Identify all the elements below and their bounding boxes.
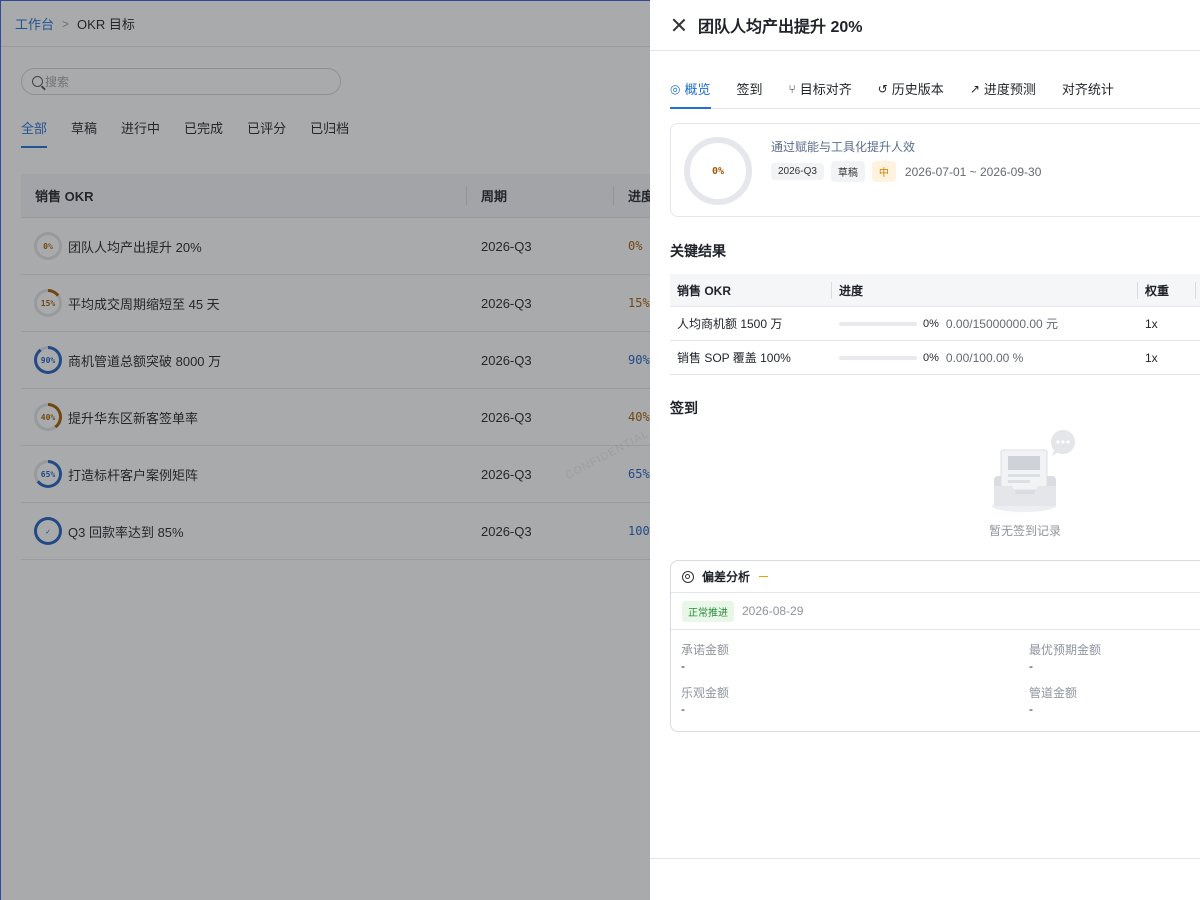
checkin-title: 签到 [670,400,698,416]
drawer-title: 团队人均产出提升 20% [698,19,863,36]
modal-mask[interactable] [0,0,650,900]
field-value: - [681,659,685,673]
tab-history[interactable]: ↺ 历史版本 [878,81,944,109]
deviation-analysis-card: 偏差分析 正常推进 2026-08-29 承诺金额 - 最优预期金额 - 乐观金… [670,560,1200,732]
kr-name: 销售 SOP 覆盖 100% [677,351,791,365]
tab-label: 目标对齐 [799,82,852,97]
drawer-footer [650,858,1200,859]
kr-percent: 0% [923,351,939,364]
okr-description: 通过赋能与工具化提升人效 [771,140,916,154]
tab-alignment-stats[interactable]: 对齐统计 [1062,81,1114,109]
progress-bar [839,321,917,326]
column-header-name[interactable]: 销售 OKR [670,281,832,299]
history-icon: ↺ [877,82,888,96]
tab-label: 对齐统计 [1061,82,1114,97]
progress-bar [839,355,917,360]
empty-inbox-icon [992,430,1075,512]
field-label: 承诺金额 [681,643,730,657]
kr-value: 0.00/100.00 % [945,350,1024,365]
deviation-title: 偏差分析 [702,570,751,584]
okr-detail-drawer: 团队人均产出提升 20% ◎ 概览 签到 ⑂ 目标对齐 ↺ 历史版本 ↗ 进度预… [650,0,1200,900]
deviation-header: 偏差分析 [671,561,1200,593]
deviation-status-row: 正常推进 2026-08-29 [671,593,1200,630]
tab-label: 历史版本 [891,82,944,97]
tab-checkin[interactable]: 签到 [737,81,763,109]
key-results-title: 关键结果 [670,243,726,259]
date-range: 2026-07-01 ~ 2026-09-30 [904,164,1042,179]
branch-icon: ⑂ [788,82,796,96]
table-header: 销售 OKR 进度 权重 [670,274,1200,307]
kr-value: 0.00/15000000.00 元 [945,317,1059,331]
field-value: - [1029,702,1033,716]
status-tag: 草稿 [830,161,865,182]
kr-percent: 0% [923,317,939,330]
field-label: 最优预期金额 [1029,643,1102,657]
status-date: 2026-08-29 [742,604,804,618]
kr-weight: 1x [1145,350,1158,365]
target-icon [682,570,694,583]
okr-summary-card: 0% 通过赋能与工具化提升人效 2026-Q3 草稿 中 2026-07-01 … [670,123,1200,217]
tab-label: 概览 [684,82,711,97]
field-value: - [1029,659,1033,673]
empty-checkin-text: 暂无签到记录 [988,524,1061,538]
target-icon: ◎ [670,82,681,96]
table-row[interactable]: 销售 SOP 覆盖 100% 0% 0.00/100.00 % 1x [670,341,1200,375]
tab-label: 签到 [736,82,763,97]
tab-forecast[interactable]: ↗ 进度预测 [970,81,1036,109]
kr-name: 人均商机额 1500 万 [677,317,783,331]
collapse-dash-icon[interactable] [759,575,769,578]
period-tag: 2026-Q3 [771,163,824,180]
drawer-tabs: ◎ 概览 签到 ⑂ 目标对齐 ↺ 历史版本 ↗ 进度预测 对齐统计 [670,81,1200,109]
table-row[interactable]: 人均商机额 1500 万 0% 0.00/15000000.00 元 1x [670,307,1200,341]
kr-weight: 1x [1145,316,1158,331]
close-icon[interactable] [672,18,686,32]
field-value: - [681,702,685,716]
progress-ring: 0% [684,137,752,205]
kr-progress: 0% 0.00/100.00 % [832,351,1138,365]
okr-tags: 2026-Q3 草稿 中 2026-07-01 ~ 2026-09-30 [771,161,1041,182]
status-badge: 正常推进 [682,600,734,622]
tab-overview[interactable]: ◎ 概览 [670,81,711,109]
field-label: 管道金额 [1029,686,1078,700]
key-results-table: 销售 OKR 进度 权重 人均商机额 1500 万 0% 0.00/150000… [670,274,1200,375]
trend-up-icon: ↗ [969,82,980,96]
tab-alignment[interactable]: ⑂ 目标对齐 [789,81,852,109]
field-label: 乐观金额 [681,686,730,700]
kr-progress: 0% 0.00/15000000.00 元 [832,315,1138,332]
column-header-weight[interactable]: 权重 [1138,281,1196,299]
drawer-header: 团队人均产出提升 20% [650,0,1200,51]
column-header-progress[interactable]: 进度 [832,281,1138,299]
priority-tag: 中 [871,161,896,182]
tab-label: 进度预测 [983,82,1036,97]
